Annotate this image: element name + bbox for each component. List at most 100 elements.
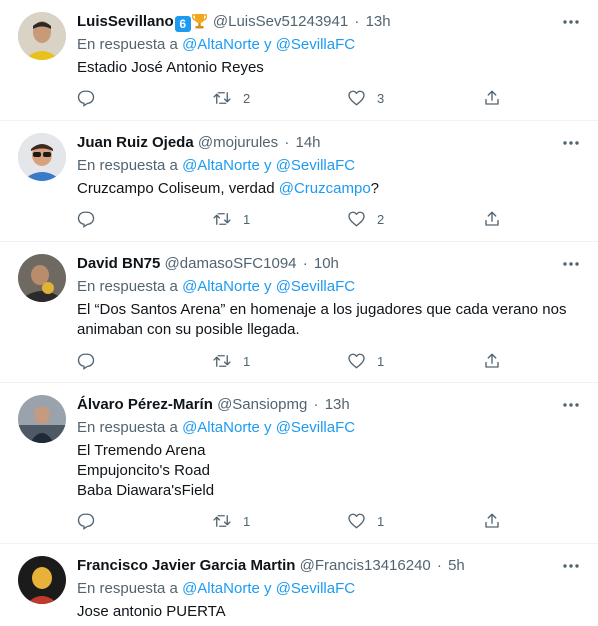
timestamp[interactable]: 13h [325,396,350,413]
reply-button[interactable] [77,350,95,372]
tweet[interactable]: Juan Ruiz Ojeda @mojurules · 14h En resp… [0,121,598,242]
tweet-text-line: animaban con su posible llegada. [77,321,300,338]
timestamp[interactable]: 13h [366,13,391,30]
tweet-text: El “Dos Santos Arena” en homenaje a los … [77,300,582,340]
tweet-text-line: Baba Diawara'sField [77,482,215,499]
retweet-icon [213,515,231,527]
reply-mention[interactable]: @AltaNorte y @SevillaFC [182,36,355,53]
author-name[interactable]: Francisco Javier Garcia Martin [77,557,295,574]
more-button[interactable] [558,556,584,576]
tweet[interactable]: LuisSevillano 6 @LuisSev51243941 · 13h En… [0,0,598,121]
share-button[interactable] [483,510,501,532]
share-button[interactable] [483,208,501,230]
reply-prefix: En respuesta a [77,157,178,174]
reply-feed: LuisSevillano 6 @LuisSev51243941 · 13h En… [0,0,598,626]
reply-prefix: En respuesta a [77,419,178,436]
retweet-button[interactable]: 1 [212,350,250,372]
retweet-count: 2 [243,90,251,106]
like-button[interactable]: 1 [347,350,384,372]
tweet[interactable]: David BN75 @damasoSFC1094 · 10h En respu… [0,242,598,383]
reply-context: En respuesta a @AltaNorte y @SevillaFC [77,579,582,599]
tweet-text: Estadio José Antonio Reyes [77,58,582,78]
tweet-text-line: El Tremendo Arena [77,442,206,459]
tweet-header: LuisSevillano 6 @LuisSev51243941 · 13h [77,12,582,32]
tweet[interactable]: Francisco Javier Garcia Martin @Francis1… [0,544,598,626]
timestamp[interactable]: 5h [448,557,465,574]
reply-mention[interactable]: @AltaNorte y @SevillaFC [182,580,355,597]
tweet-text-line: Jose antonio PUERTA [77,603,226,620]
retweet-button[interactable]: 1 [212,208,250,230]
tweet-header: Juan Ruiz Ojeda @mojurules · 14h [77,133,582,153]
more-button[interactable] [558,254,584,274]
more-button[interactable] [558,133,584,153]
share-icon [485,211,499,226]
author-name[interactable]: David BN75 [77,255,160,272]
author-handle[interactable]: @LuisSev51243941 [213,13,348,30]
tweet-text-part: ? [370,180,380,197]
reply-button[interactable] [77,510,95,532]
author-name[interactable]: Juan Ruiz Ojeda [77,134,194,151]
trophy-icon [191,13,207,35]
reply-prefix: En respuesta a [77,36,178,53]
share-icon [485,513,499,528]
avatar[interactable] [18,133,66,181]
like-button[interactable]: 1 [347,510,384,532]
retweet-count: 1 [243,353,251,369]
share-icon [485,90,499,105]
more-button[interactable] [558,395,584,415]
avatar[interactable] [18,556,66,604]
separator-dot: · [284,134,290,151]
reply-button[interactable] [77,208,95,230]
retweet-count: 1 [243,211,251,227]
avatar[interactable] [18,254,66,302]
author-name[interactable]: LuisSevillano [77,13,174,30]
author-handle[interactable]: @Sansiopmg [217,396,307,413]
separator-dot: · [313,396,319,413]
tweet-header: Álvaro Pérez-Marín @Sansiopmg · 13h [77,395,582,415]
share-button[interactable] [483,350,501,372]
reply-icon [77,211,95,228]
reply-icon [77,513,95,530]
retweet-icon [213,355,231,367]
timestamp[interactable]: 10h [314,255,339,272]
reply-mention[interactable]: @AltaNorte y @SevillaFC [182,157,355,174]
author-handle[interactable]: @Francis13416240 [300,557,431,574]
separator-dot: · [436,557,442,574]
author-handle[interactable]: @mojurules [198,134,278,151]
retweet-button[interactable]: 1 [212,510,250,532]
like-button[interactable]: 2 [347,208,384,230]
avatar[interactable] [18,395,66,443]
action-bar: 1 1 [77,510,507,532]
more-icon [563,141,579,145]
action-bar: 2 3 [77,87,507,109]
like-icon [348,211,365,227]
reply-prefix: En respuesta a [77,278,178,295]
retweet-button[interactable]: 2 [212,87,250,109]
like-count: 3 [377,90,385,106]
number-badge: 6 [174,16,191,32]
tweet-text-line: El “Dos Santos Arena” en homenaje a los … [77,301,567,318]
more-icon [563,403,579,407]
like-count: 1 [377,513,385,529]
reply-mention[interactable]: @AltaNorte y @SevillaFC [182,419,355,436]
reply-mention[interactable]: @AltaNorte y @SevillaFC [182,278,355,295]
share-button[interactable] [483,87,501,109]
like-button[interactable]: 3 [347,87,384,109]
tweet[interactable]: Álvaro Pérez-Marín @Sansiopmg · 13h En r… [0,383,598,544]
text-mention-link[interactable]: @Cruzcampo [279,180,371,197]
tweet-header: Francisco Javier Garcia Martin @Francis1… [77,556,582,576]
reply-context: En respuesta a @AltaNorte y @SevillaFC [77,35,582,55]
timestamp[interactable]: 14h [295,134,320,151]
separator-dot: · [354,13,360,30]
tweet-text: Cruzcampo Coliseum, verdad @Cruzcampo? [77,179,582,199]
more-icon [563,262,579,266]
reply-button[interactable] [77,87,95,109]
author-name[interactable]: Álvaro Pérez-Marín [77,396,213,413]
reply-icon [77,353,95,370]
reply-context: En respuesta a @AltaNorte y @SevillaFC [77,156,582,176]
like-count: 2 [377,211,385,227]
retweet-count: 1 [243,513,251,529]
avatar[interactable] [18,12,66,60]
more-button[interactable] [558,12,584,32]
author-handle[interactable]: @damasoSFC1094 [165,255,297,272]
